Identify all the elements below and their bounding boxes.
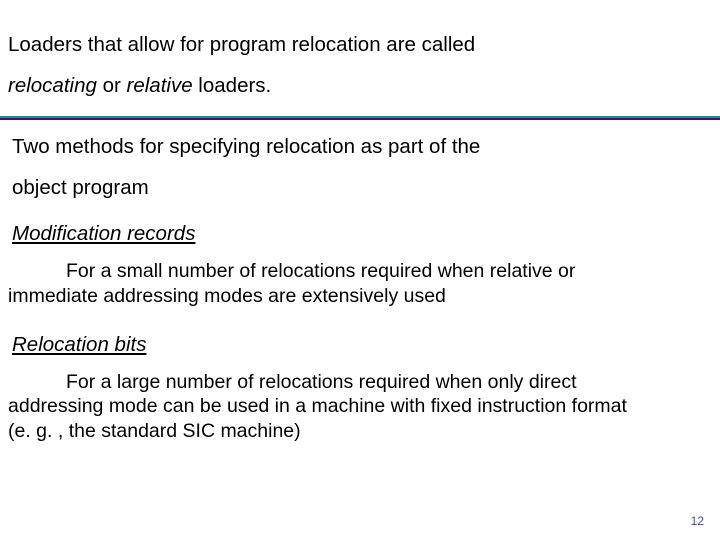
- method-2-body-c: (e. g. , the standard SIC machine): [8, 420, 301, 442]
- intro-tail: loaders.: [193, 74, 272, 97]
- methods-intro-line-1: Two methods for specifying relocation as…: [12, 135, 480, 158]
- method-1-body-b: immediate addressing modes are extensive…: [8, 285, 446, 307]
- intro-line-1: Loaders that allow for program relocatio…: [8, 33, 475, 56]
- intro-paragraph: Loaders that allow for program relocatio…: [0, 0, 720, 116]
- method-1-body-a: For a small number of relocations requir…: [66, 260, 575, 282]
- page-number: 12: [691, 514, 704, 528]
- term-relative: relative: [127, 74, 193, 97]
- method-2-heading: Relocation bits: [0, 323, 720, 366]
- intro-or: or: [97, 74, 127, 97]
- methods-intro: Two methods for specifying relocation as…: [0, 120, 720, 212]
- slide: Loaders that allow for program relocatio…: [0, 0, 720, 540]
- method-1-body: For a small number of relocations requir…: [0, 255, 720, 323]
- method-1-heading: Modification records: [0, 212, 720, 255]
- method-2-body-a: For a large number of relocations requir…: [66, 371, 577, 393]
- method-2-body: For a large number of relocations requir…: [0, 366, 720, 459]
- method-2-body-b: addressing mode can be used in a machine…: [8, 395, 627, 417]
- methods-intro-line-2: object program: [12, 176, 149, 199]
- term-relocating: relocating: [8, 74, 97, 97]
- intro-line-2: relocating or relative loaders.: [8, 74, 271, 97]
